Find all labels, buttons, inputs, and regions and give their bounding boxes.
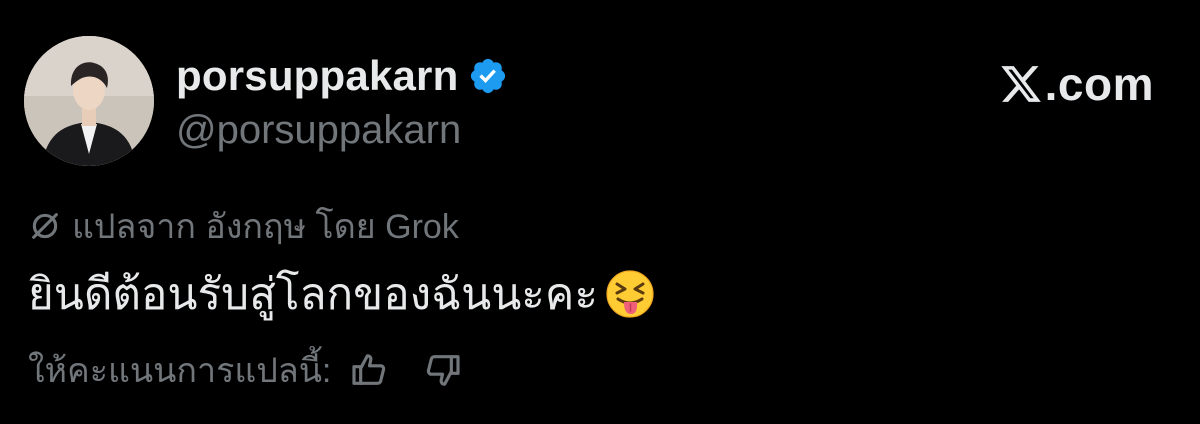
- thumbs-up-icon: [352, 354, 386, 385]
- verified-badge-icon: [468, 56, 508, 96]
- thumbs-down-button[interactable]: [419, 346, 467, 394]
- translation-note-text: แปลจาก อังกฤษ โดย Grok: [72, 208, 459, 246]
- tweet-text: ยินดีต้อนรับสู่โลกของฉันนะคะ: [28, 262, 656, 326]
- user-handle[interactable]: @porsuppakarn: [176, 108, 461, 153]
- rate-translation-prompt: ให้คะแนนการแปลนี้:: [28, 352, 332, 390]
- thumbs-down-icon: [427, 355, 460, 386]
- avatar[interactable]: [24, 36, 154, 166]
- x-logo-icon: [999, 62, 1043, 106]
- display-name-row: porsuppakarn: [176, 50, 508, 102]
- translation-note: แปลจาก อังกฤษ โดย Grok: [28, 204, 459, 248]
- tweet-body: ยินดีต้อนรับสู่โลกของฉันนะคะ: [28, 270, 598, 319]
- translate-icon: [28, 209, 62, 243]
- thumbs-up-button[interactable]: [345, 346, 393, 394]
- brand-watermark: .com: [999, 56, 1154, 112]
- rate-translation-row: ให้คะแนนการแปลนี้:: [28, 346, 467, 394]
- squinting-face-with-tongue-icon: [604, 268, 656, 320]
- display-name[interactable]: porsuppakarn: [176, 52, 458, 100]
- brand-text: .com: [1044, 58, 1154, 110]
